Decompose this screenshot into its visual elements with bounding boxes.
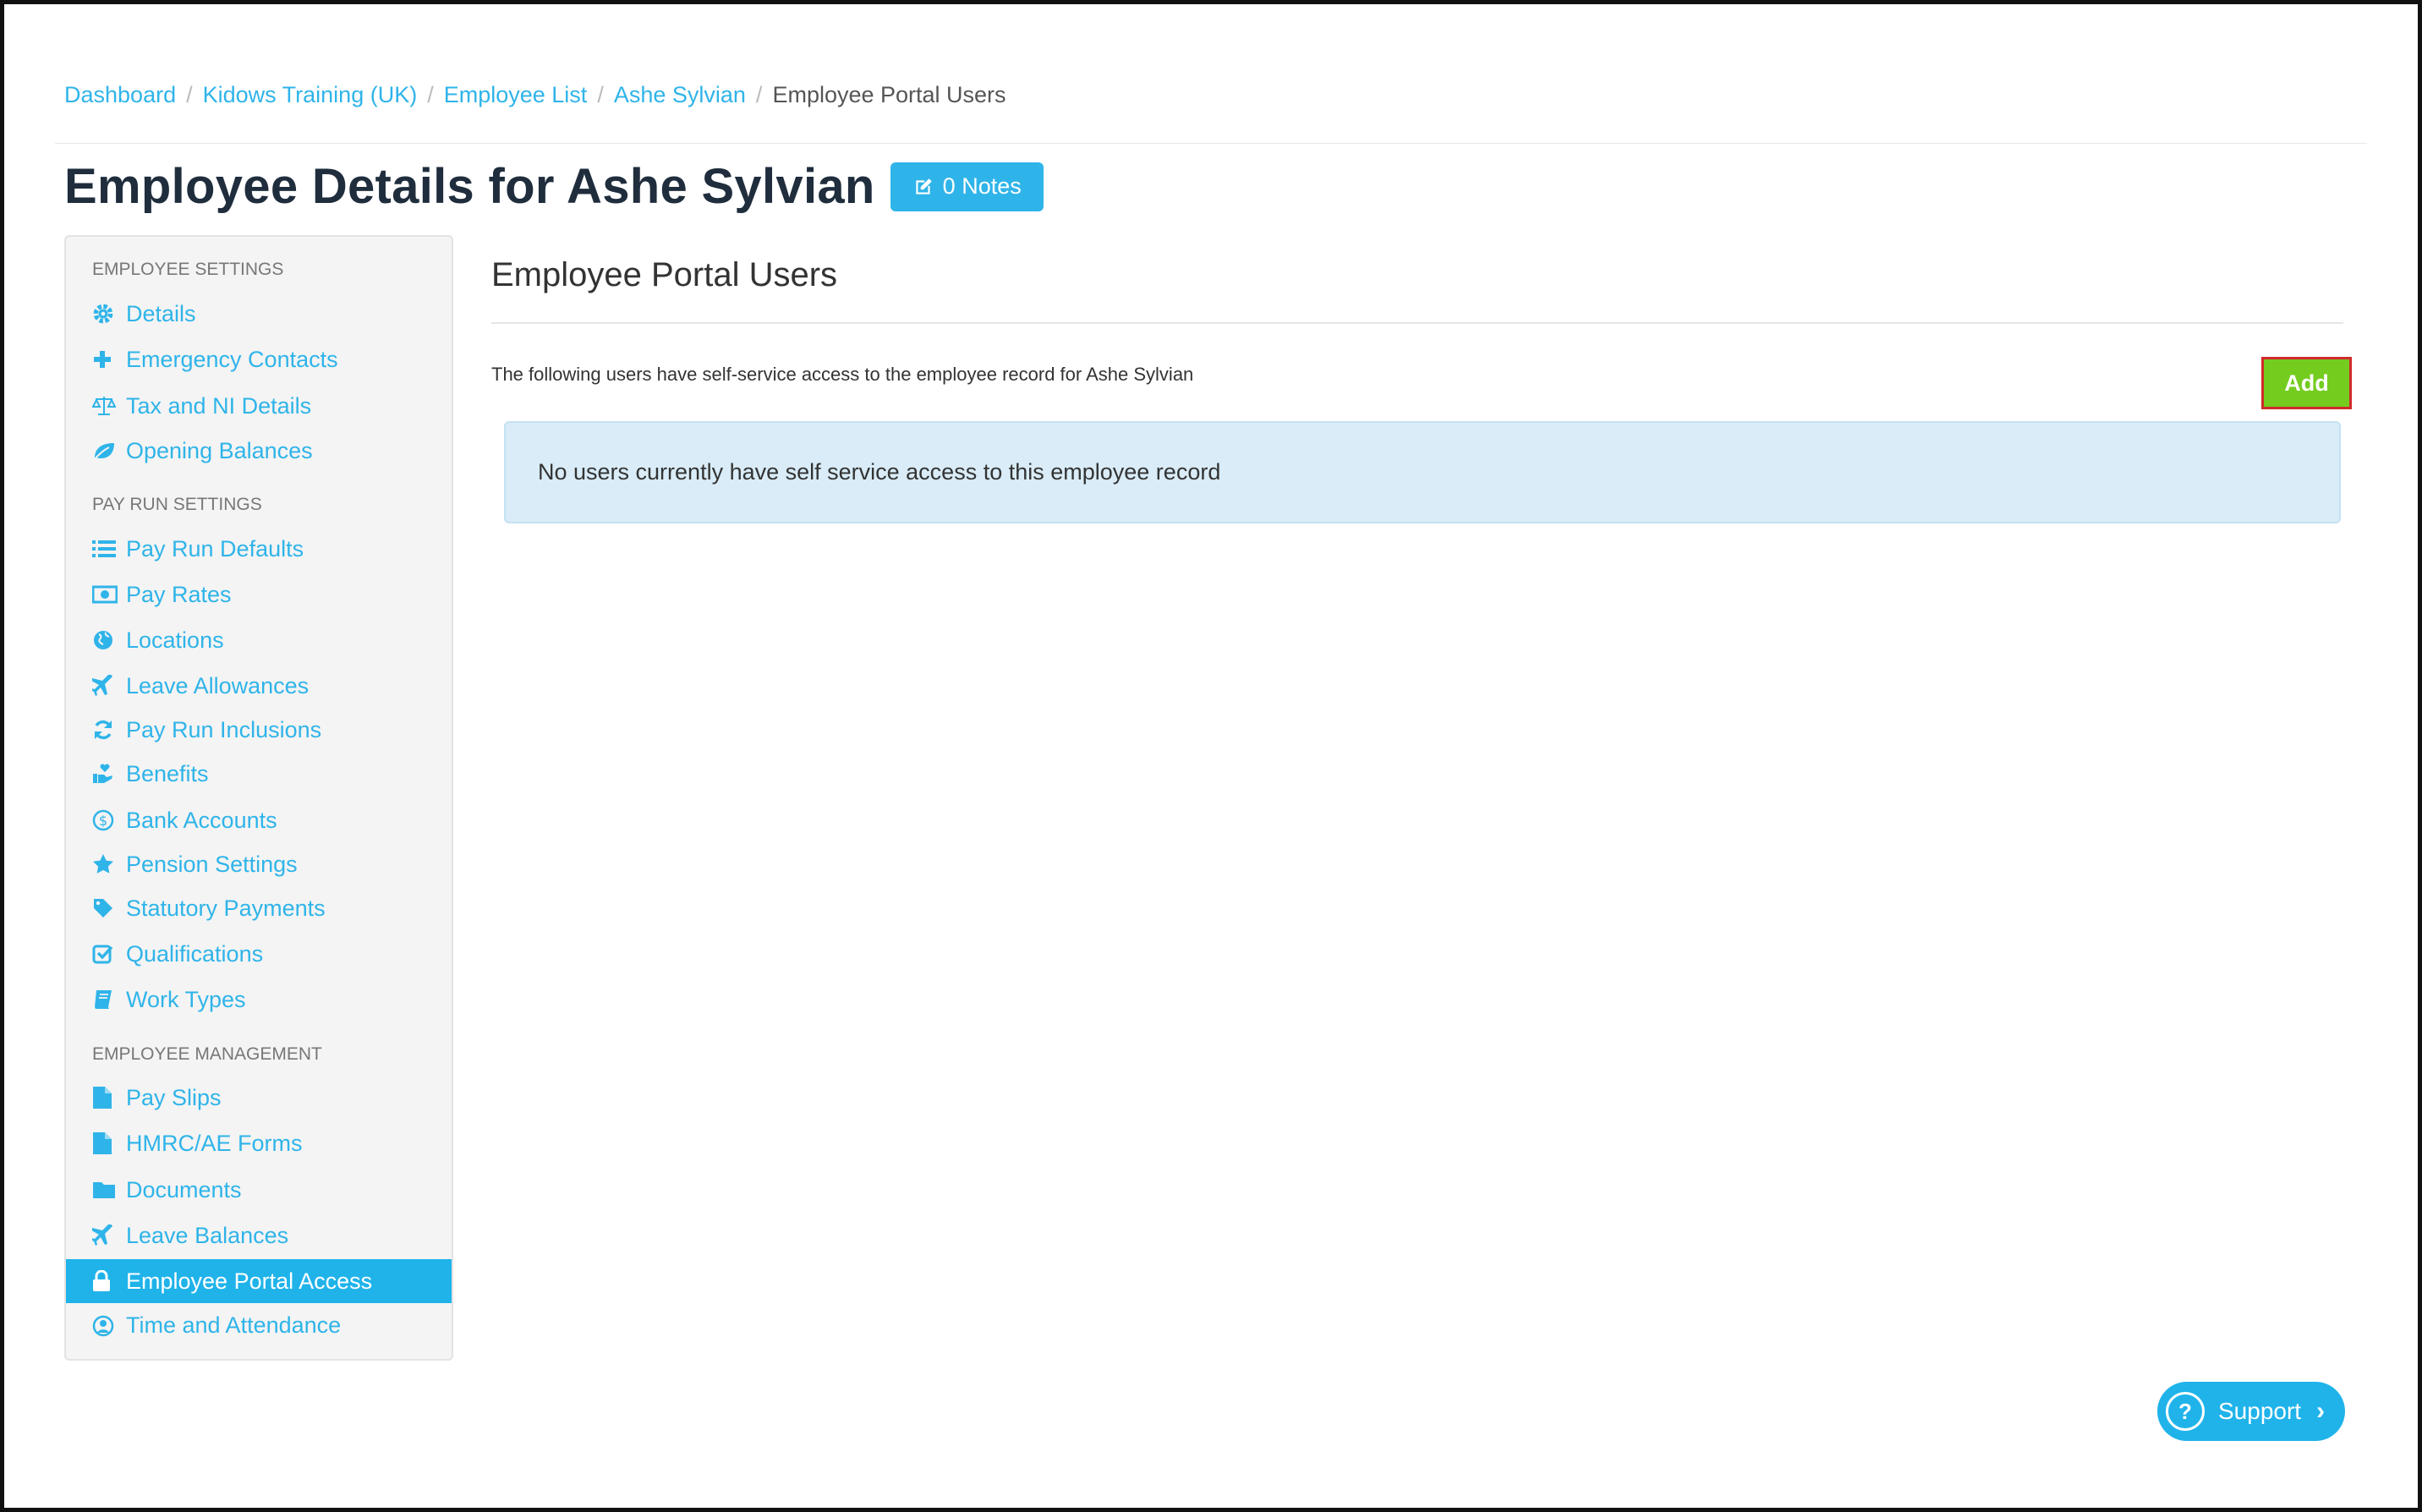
check-square-icon xyxy=(92,943,126,965)
svg-text:$: $ xyxy=(99,813,107,829)
file-icon xyxy=(92,1086,126,1109)
sidebar-item-label: Tax and NI Details xyxy=(126,392,312,419)
page-title: Employee Details for Ashe Sylvian xyxy=(64,159,875,214)
hand-heart-icon xyxy=(92,763,126,785)
file-icon xyxy=(92,1131,126,1155)
sidebar-item-employee-portal-access[interactable]: Employee Portal Access xyxy=(66,1259,452,1303)
sidebar-item-label: Pension Settings xyxy=(126,851,298,877)
gear-icon xyxy=(92,303,126,325)
sidebar-item-leave-allowances[interactable]: Leave Allowances xyxy=(66,664,452,708)
sidebar-item-statutory-payments[interactable]: Statutory Payments xyxy=(66,886,452,930)
sidebar-item-bank-accounts[interactable]: $ Bank Accounts xyxy=(66,798,452,842)
sidebar-item-benefits[interactable]: Benefits xyxy=(66,752,452,796)
sidebar-item-label: Pay Slips xyxy=(126,1084,222,1110)
sidebar-item-pay-rates[interactable]: Pay Rates xyxy=(66,572,452,616)
edit-icon xyxy=(916,178,932,194)
list-icon xyxy=(92,539,126,559)
sidebar-item-pension-settings[interactable]: Pension Settings xyxy=(66,842,452,886)
breadcrumb-separator: / xyxy=(427,82,434,107)
breadcrumb-separator: / xyxy=(597,82,604,107)
sidebar-item-label: Bank Accounts xyxy=(126,807,277,833)
sidebar-item-label: Statutory Payments xyxy=(126,895,326,921)
sidebar-item-hmrc-ae-forms[interactable]: HMRC/AE Forms xyxy=(66,1121,452,1165)
header-divider xyxy=(55,143,2367,144)
leaf-icon xyxy=(92,440,126,462)
section-title: Employee Portal Users xyxy=(491,256,838,293)
sidebar-item-documents[interactable]: Documents xyxy=(66,1168,452,1212)
book-icon xyxy=(92,989,126,1011)
globe-icon xyxy=(92,629,126,651)
breadcrumb-dashboard[interactable]: Dashboard xyxy=(64,82,176,108)
breadcrumb-current: Employee Portal Users xyxy=(772,82,1006,107)
sidebar-item-emergency-contacts[interactable]: Emergency Contacts xyxy=(66,337,452,381)
section-pay-run-settings: PAY RUN SETTINGS xyxy=(92,495,262,514)
section-employee-settings: EMPLOYEE SETTINGS xyxy=(92,260,284,279)
sidebar-item-label: Locations xyxy=(126,627,224,653)
support-button[interactable]: ? Support › xyxy=(2157,1382,2345,1441)
plus-icon xyxy=(92,349,126,370)
sidebar-item-label: Pay Run Inclusions xyxy=(126,716,322,742)
breadcrumb-employee[interactable]: Ashe Sylvian xyxy=(614,82,746,108)
empty-state-message: No users currently have self service acc… xyxy=(538,459,1221,485)
sidebar-item-tax-ni[interactable]: Tax and NI Details xyxy=(66,384,452,428)
money-icon xyxy=(92,585,126,604)
sidebar-item-label: Employee Portal Access xyxy=(126,1268,373,1294)
sidebar-item-label: Pay Rates xyxy=(126,581,232,607)
balance-scale-icon xyxy=(92,395,126,417)
access-description: The following users have self-service ac… xyxy=(491,364,1194,385)
breadcrumb-company[interactable]: Kidows Training (UK) xyxy=(203,82,418,108)
sidebar-item-label: Documents xyxy=(126,1176,242,1202)
sidebar-item-label: Leave Balances xyxy=(126,1222,289,1248)
sidebar-item-label: Details xyxy=(126,300,196,326)
user-clock-icon xyxy=(92,1313,126,1337)
sidebar-item-label: Leave Allowances xyxy=(126,672,310,698)
sidebar-item-label: HMRC/AE Forms xyxy=(126,1130,303,1156)
plane-icon xyxy=(92,1224,126,1246)
sidebar-item-label: Emergency Contacts xyxy=(126,346,338,372)
empty-state-alert: No users currently have self service acc… xyxy=(504,421,2341,523)
support-label: Support xyxy=(2218,1398,2302,1424)
sidebar-item-label: Qualifications xyxy=(126,940,264,967)
sidebar-item-qualifications[interactable]: Qualifications xyxy=(66,932,452,976)
sidebar-item-work-types[interactable]: Work Types xyxy=(66,978,452,1022)
folder-icon xyxy=(92,1180,126,1200)
breadcrumb: Dashboard / Kidows Training (UK) / Emplo… xyxy=(64,82,1006,108)
sidebar-item-time-attendance[interactable]: Time and Attendance xyxy=(66,1303,452,1347)
sidebar-item-label: Opening Balances xyxy=(126,437,313,463)
plane-icon xyxy=(92,675,126,697)
add-button[interactable]: Add xyxy=(2261,357,2352,409)
sidebar-item-leave-balances[interactable]: Leave Balances xyxy=(66,1213,452,1257)
tag-icon xyxy=(92,897,126,919)
star-icon xyxy=(92,853,126,875)
section-employee-management: EMPLOYEE MANAGEMENT xyxy=(92,1044,322,1064)
lock-icon xyxy=(92,1270,126,1292)
refresh-icon xyxy=(92,719,126,741)
sidebar-item-locations[interactable]: Locations xyxy=(66,618,452,662)
chevron-right-icon: › xyxy=(2316,1397,2326,1425)
sidebar-item-opening-balances[interactable]: Opening Balances xyxy=(66,429,452,473)
breadcrumb-separator: / xyxy=(186,82,193,107)
sidebar-item-pay-run-defaults[interactable]: Pay Run Defaults xyxy=(66,527,452,571)
sidebar-item-label: Work Types xyxy=(126,986,246,1012)
sidebar-item-pay-slips[interactable]: Pay Slips xyxy=(66,1076,452,1120)
question-icon: ? xyxy=(2166,1392,2205,1431)
sidebar: EMPLOYEE SETTINGS Details Emergency Cont… xyxy=(64,235,453,1361)
section-divider xyxy=(491,322,2343,324)
notes-label: 0 Notes xyxy=(942,173,1022,199)
sidebar-item-pay-run-inclusions[interactable]: Pay Run Inclusions xyxy=(66,708,452,752)
sidebar-item-label: Benefits xyxy=(126,760,209,786)
breadcrumb-employee-list[interactable]: Employee List xyxy=(444,82,588,108)
breadcrumb-separator: / xyxy=(755,82,763,107)
sidebar-item-label: Time and Attendance xyxy=(126,1312,342,1338)
title-row: Employee Details for Ashe Sylvian 0 Note… xyxy=(64,158,1044,215)
sidebar-item-label: Pay Run Defaults xyxy=(126,535,304,562)
sidebar-item-details[interactable]: Details xyxy=(66,292,452,336)
dollar-circle-icon: $ xyxy=(92,809,126,831)
notes-button[interactable]: 0 Notes xyxy=(890,162,1044,211)
